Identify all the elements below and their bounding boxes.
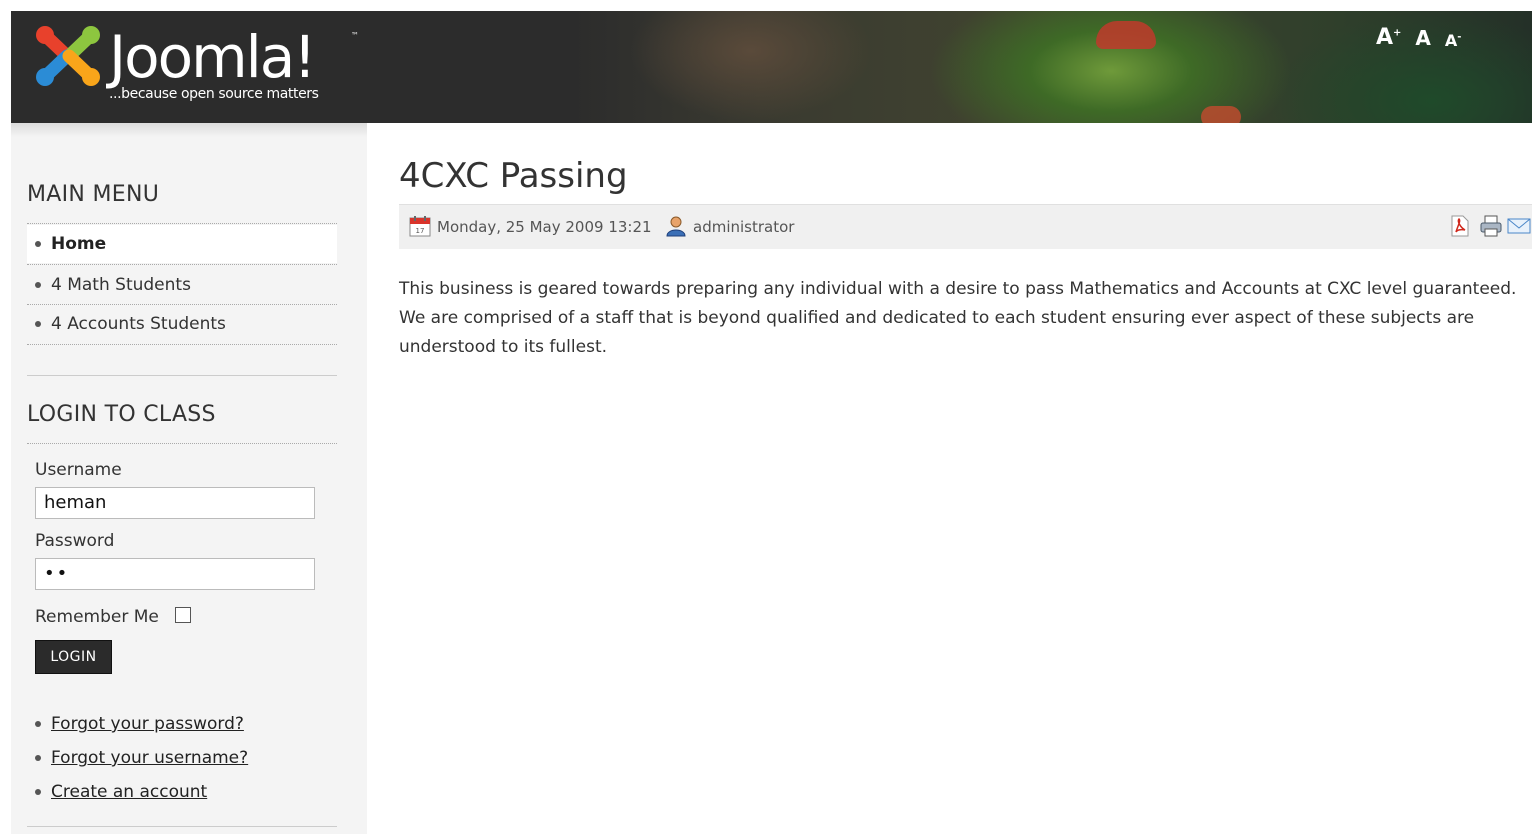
logo-tagline: ...because open source matters [109, 86, 319, 102]
calendar-icon: 17 [409, 216, 431, 237]
remember-me-checkbox[interactable] [175, 607, 191, 623]
forgot-username-link[interactable]: Forgot your username? [51, 748, 248, 768]
bullet-icon [35, 721, 41, 727]
page-frame: Joomla! ™ ...because open source matters… [11, 11, 1532, 834]
site-header: Joomla! ™ ...because open source matters… [11, 11, 1532, 123]
menu-item-label: 4 Math Students [51, 275, 191, 295]
login-module-title: LOGIN TO CLASS [27, 402, 216, 427]
menu-item-math-students[interactable]: 4 Math Students [27, 266, 337, 304]
logo-trademark: ™ [351, 31, 359, 40]
divider [27, 344, 337, 345]
print-icon[interactable] [1479, 215, 1503, 237]
header-frog-eye [1096, 21, 1156, 49]
forgot-username-item: Forgot your username? [27, 743, 248, 773]
article-body: This business is geared towards preparin… [399, 279, 1517, 357]
header-frog-toe [1201, 106, 1241, 123]
divider [27, 443, 337, 444]
password-input[interactable]: •• [35, 558, 315, 590]
module-separator [27, 826, 337, 827]
divider [27, 264, 337, 265]
module-separator [27, 375, 337, 376]
menu-item-accounts-students[interactable]: 4 Accounts Students [27, 305, 337, 343]
left-sidebar: MAIN MENU Home 4 Math Students 4 Account… [11, 123, 367, 834]
decrease-font-sup: - [1457, 31, 1462, 43]
login-button[interactable]: LOGIN [35, 640, 112, 674]
forgot-password-item: Forgot your password? [27, 709, 244, 739]
sidebar-top-shadow [11, 123, 367, 137]
password-label: Password [35, 531, 115, 551]
forgot-password-link[interactable]: Forgot your password? [51, 714, 244, 734]
remember-me-label: Remember Me [35, 607, 159, 627]
font-size-controls: A+ A A- [1376, 25, 1461, 50]
bullet-icon [35, 321, 41, 327]
create-account-item: Create an account [27, 777, 207, 807]
menu-item-label: Home [51, 234, 107, 254]
increase-font-label: A [1376, 25, 1394, 50]
decrease-font-label: A [1444, 31, 1458, 50]
logo-wordmark[interactable]: Joomla! [109, 17, 316, 97]
decrease-font-button[interactable]: A- [1445, 31, 1462, 50]
menu-item-home[interactable]: Home [27, 225, 337, 263]
bullet-icon [35, 282, 41, 288]
pdf-icon[interactable] [1449, 215, 1471, 237]
bullet-icon [35, 241, 41, 247]
article-date: Monday, 25 May 2009 13:21 [437, 218, 652, 236]
article-title[interactable]: 4CXC Passing [399, 156, 628, 196]
increase-font-sup: + [1393, 27, 1402, 39]
article-author: administrator [693, 218, 795, 236]
menu-item-label: 4 Accounts Students [51, 314, 226, 334]
username-label: Username [35, 460, 122, 480]
user-icon [666, 216, 686, 237]
bullet-icon [35, 755, 41, 761]
divider [27, 223, 337, 224]
email-icon[interactable] [1507, 215, 1531, 237]
reset-font-button[interactable]: A [1415, 26, 1430, 50]
main-menu-title: MAIN MENU [27, 182, 160, 207]
increase-font-button[interactable]: A+ [1376, 25, 1401, 50]
svg-text:17: 17 [416, 227, 425, 235]
create-account-link[interactable]: Create an account [51, 782, 207, 802]
bullet-icon [35, 789, 41, 795]
username-input[interactable]: heman [35, 487, 315, 519]
joomla-logo-icon[interactable] [33, 23, 103, 89]
article-meta-bar: 17 Monday, 25 May 2009 13:21 administrat… [399, 204, 1532, 249]
